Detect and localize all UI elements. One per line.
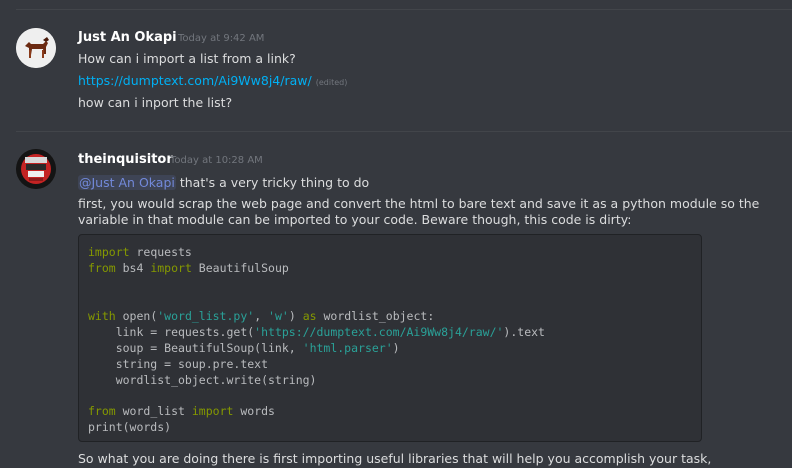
message-paragraph: first, you would scrap the web page and …	[78, 196, 760, 227]
code-block: import requests from bs4 import Beautifu…	[78, 234, 702, 442]
message-text: @Just An Okapi that's a very tricky thin…	[78, 174, 369, 192]
top-divider	[16, 9, 792, 10]
code-line: from word_list import words	[88, 404, 275, 418]
avatar[interactable]	[16, 28, 56, 68]
code-line: import requests	[88, 245, 192, 259]
username[interactable]: Just An Okapi	[78, 30, 177, 45]
edited-label: (edited)	[315, 78, 348, 87]
okapi-avatar-icon	[16, 28, 56, 68]
user-mention[interactable]: @Just An Okapi	[78, 175, 176, 190]
message-divider	[16, 131, 792, 132]
code-line: with open('word_list.py', 'w') as wordli…	[88, 309, 435, 323]
message-text: How can i import a list from a link?	[78, 51, 296, 66]
code-line: from bs4 import BeautifulSoup	[88, 261, 289, 275]
inquisitor-avatar-icon	[16, 149, 56, 189]
username[interactable]: theinquisitor	[78, 152, 173, 167]
message-link-line: https://dumptext.com/Ai9Ww8j4/raw/(edite…	[78, 72, 347, 92]
timestamp: Today at 9:42 AM	[178, 33, 265, 44]
mention-text: that's a very tricky thing to do	[175, 175, 370, 190]
code-line: soup = BeautifulSoup(link, 'html.parser'…	[88, 341, 400, 355]
code-line: link = requests.get('https://dumptext.co…	[88, 325, 545, 339]
code-line: wordlist_object.write(string)	[88, 373, 317, 387]
avatar[interactable]	[16, 149, 56, 189]
timestamp: Today at 10:28 AM	[170, 155, 263, 166]
message-text: So what you are doing there is first imp…	[78, 451, 712, 466]
message-link[interactable]: https://dumptext.com/Ai9Ww8j4/raw/	[78, 73, 312, 88]
code-line: print(words)	[88, 420, 172, 434]
code-line: string = soup.pre.text	[88, 357, 269, 371]
message-text: how can i inport the list?	[78, 95, 233, 110]
